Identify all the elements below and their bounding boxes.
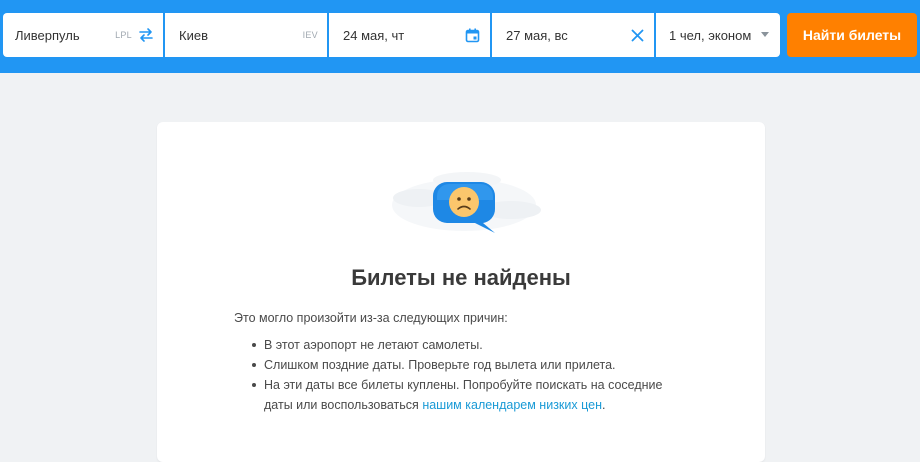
destination-code: IEV — [302, 30, 318, 40]
search-bar: Ливерпуль LPL Киев IEV 24 мая, чт 27 мая… — [0, 0, 920, 73]
calendar-icon[interactable] — [463, 26, 481, 44]
swap-arrows-icon[interactable] — [137, 26, 155, 44]
destination-city: Киев — [179, 27, 208, 43]
search-button[interactable]: Найти билеты — [787, 13, 917, 57]
destination-field[interactable]: Киев IEV — [165, 13, 327, 57]
chevron-down-icon — [761, 32, 769, 37]
passengers-value: 1 чел, эконом — [669, 27, 752, 43]
return-date: 27 мая, вс — [506, 27, 568, 43]
empty-state-card: Билеты не найдены Это могло произойти из… — [157, 122, 765, 462]
depart-date-field[interactable]: 24 мая, чт — [329, 13, 490, 57]
origin-field[interactable]: Ливерпуль LPL — [3, 13, 163, 57]
list-item: На эти даты все билеты куплены. Попробуй… — [234, 375, 694, 415]
close-icon[interactable] — [628, 26, 646, 44]
origin-code: LPL — [115, 30, 132, 40]
sad-face-bubble-icon — [379, 150, 549, 250]
reason-end: . — [601, 398, 606, 412]
origin-city: Ливерпуль — [15, 27, 80, 43]
reasons-list: В этот аэропорт не летают самолеты. Слиш… — [234, 335, 694, 415]
passengers-select[interactable]: 1 чел, эконом — [656, 13, 780, 57]
empty-state-intro: Это могло произойти из-за следующих прич… — [234, 311, 508, 325]
list-item: В этот аэропорт не летают самолеты. — [234, 335, 694, 355]
low-price-calendar-link[interactable]: нашим календарем низких цен — [422, 398, 602, 412]
list-item: Слишком поздние даты. Проверьте год выле… — [234, 355, 694, 375]
return-date-field[interactable]: 27 мая, вс — [492, 13, 654, 57]
depart-date: 24 мая, чт — [343, 27, 405, 43]
empty-state-title: Билеты не найдены — [351, 265, 571, 290]
